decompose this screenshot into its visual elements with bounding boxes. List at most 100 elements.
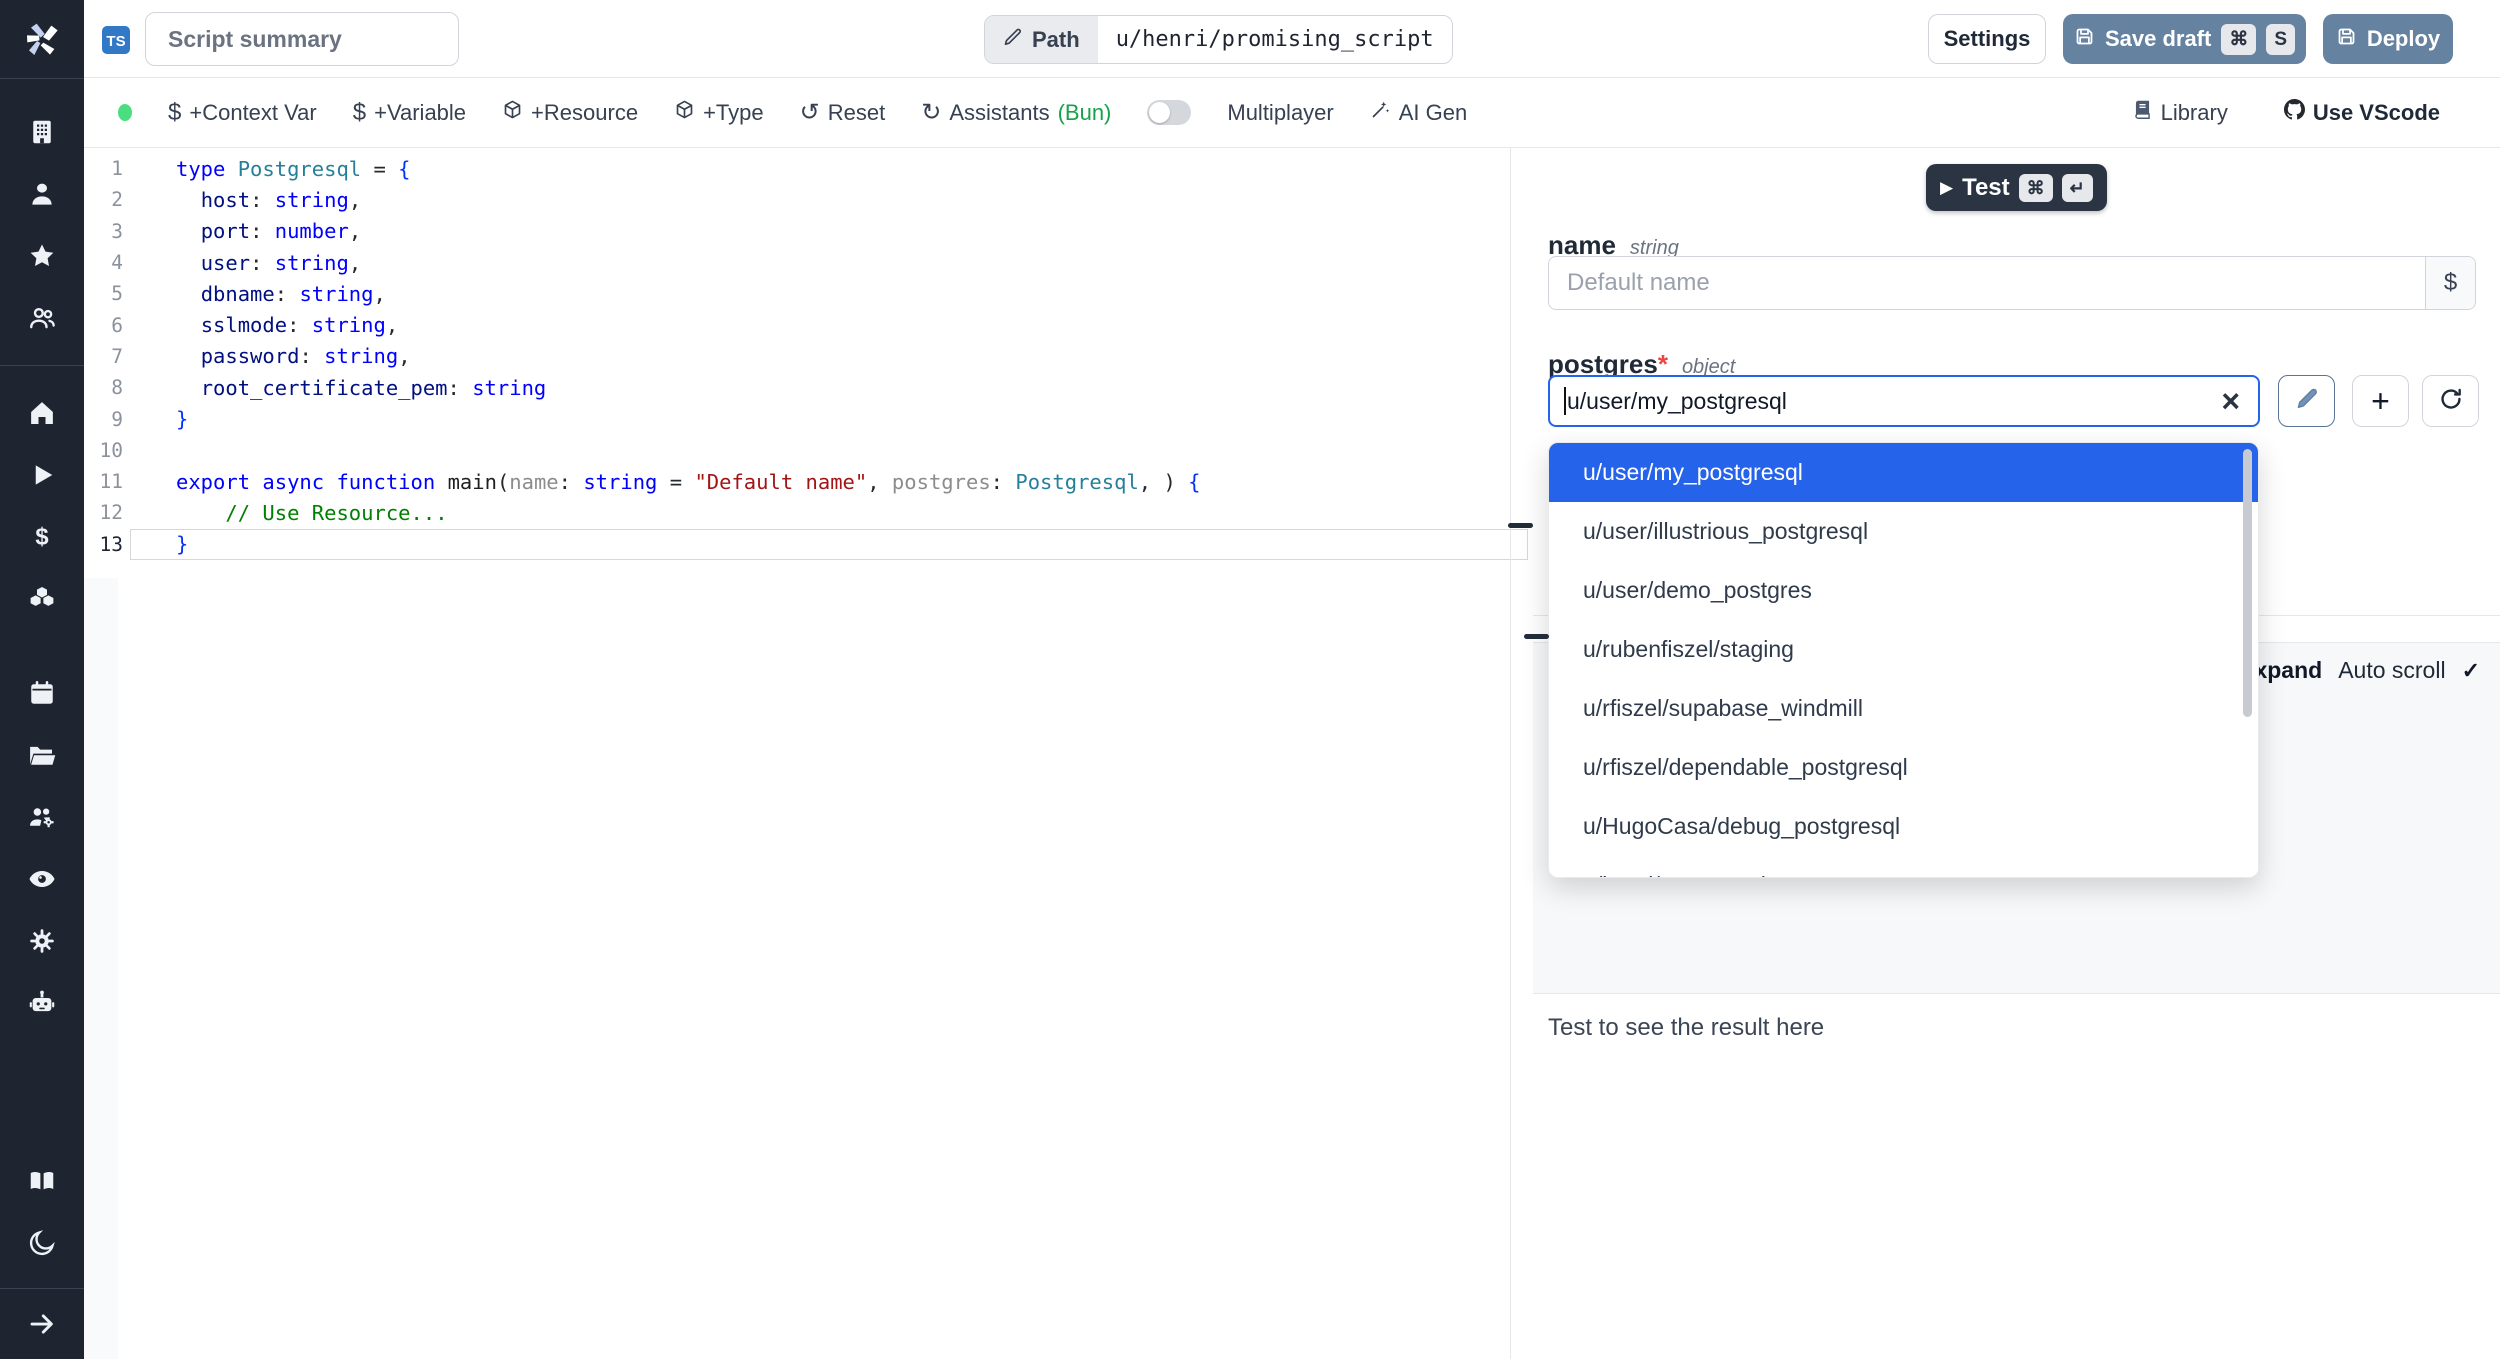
save-icon [2074,26,2095,53]
add-type-button[interactable]: +Type [674,99,764,126]
logs-header: Expand Auto scroll ✓ [2239,657,2480,684]
dropdown-option[interactable]: u/user/demo_postgres [1549,561,2258,620]
dropdown-option[interactable]: u/rfiszel/supabase_windmill [1549,679,2258,738]
add-resource-button[interactable]: +Resource [502,99,638,126]
refresh-resources-button[interactable] [2422,375,2479,427]
topbar: TS Script summary Path u/henri/promising… [84,0,2500,78]
status-dot [118,104,132,121]
dropdown-option[interactable]: u/rfiszel/dependable_postgresql [1549,738,2258,797]
script-summary-input[interactable]: Script summary [145,12,459,66]
sidebar: $ [0,0,84,1359]
enter-kbd: ↵ [2062,174,2093,202]
runs-play-icon[interactable] [0,444,84,506]
assistants-button[interactable]: ↻ Assistants (Bun) [921,100,1111,126]
add-resource-button[interactable]: + [2352,375,2409,427]
edit-resource-button[interactable] [2278,375,2335,427]
dark-mode-moon-icon[interactable] [0,1212,84,1274]
dropdown-option[interactable]: u/user/illustrious_postgresql [1549,502,2258,561]
language-badge: (Bun) [1058,100,1112,126]
workers-robot-icon[interactable] [0,972,84,1034]
code-line[interactable]: 6 sslmode: string, [84,309,1510,340]
text-caret [1564,387,1566,415]
line-number: 2 [84,188,123,211]
reset-button[interactable]: ↺ Reset [800,100,886,126]
folders-icon[interactable] [0,724,84,786]
docs-book-icon[interactable] [0,1150,84,1212]
line-number: 3 [84,220,123,243]
workspace-building-icon[interactable] [0,101,84,163]
dropdown-option[interactable]: u/HugoCasa/debug_postgresql [1549,797,2258,856]
schedules-calendar-icon[interactable] [0,662,84,724]
vertical-splitter-handle[interactable] [1508,523,1533,528]
clear-icon[interactable]: × [2221,385,2258,417]
code-line[interactable]: 3 port: number, [84,216,1510,247]
line-number: 4 [84,251,123,274]
test-button[interactable]: ▶ Test ⌘ ↵ [1926,164,2107,211]
insert-variable-button[interactable]: $ [2425,257,2475,309]
typescript-badge: TS [102,26,130,54]
book-icon [2132,99,2153,126]
add-context-var-button[interactable]: $ +Context Var [168,100,317,126]
rotate-cw-icon [2438,386,2464,417]
dropdown-option[interactable]: u/rubenfiszel/staging [1549,620,2258,679]
deploy-label: Deploy [2367,26,2440,52]
audit-eye-icon[interactable] [0,848,84,910]
variables-dollar-icon[interactable]: $ [0,506,84,568]
autoscroll-toggle[interactable]: Auto scroll [2338,657,2445,684]
dropdown-option[interactable]: u/user/my_postgresql [1549,443,2258,502]
expand-sidebar-arrow-icon[interactable] [0,1289,84,1359]
editor-toolbar: $ +Context Var $ +Variable +Resource +Ty… [84,78,2500,148]
name-input[interactable]: Default name $ [1548,256,2476,310]
dropdown-scrollbar[interactable] [2243,449,2252,717]
path-label-segment: Path [985,16,1098,63]
refresh-icon: ↻ [921,101,941,125]
cmd-kbd: ⌘ [2221,24,2256,55]
code-line[interactable]: 5 dbname: string, [84,278,1510,309]
code-line[interactable]: 11export async function main(name: strin… [84,466,1510,497]
dropdown-option[interactable]: u/henri/postgresql [1549,856,2258,878]
postgres-resource-input[interactable]: u/user/my_postgresql × [1548,375,2260,427]
code-line[interactable]: 12 // Use Resource... [84,497,1510,528]
code-line[interactable]: 1type Postgresql = { [84,153,1510,184]
package-icon [502,99,523,126]
favorites-star-icon[interactable] [0,225,84,287]
settings-gear-icon[interactable] [0,910,84,972]
add-variable-button[interactable]: $ +Variable [353,100,466,126]
code-line[interactable]: 4 user: string, [84,247,1510,278]
code-line[interactable]: 10 [84,435,1510,466]
cmd-kbd: ⌘ [2019,174,2053,202]
line-number: 5 [84,282,123,305]
ai-gen-button[interactable]: AI Gen [1370,99,1467,126]
line-number: 8 [84,376,123,399]
use-vscode-button[interactable]: Use VScode [2284,99,2440,126]
code-line[interactable]: 2 host: string, [84,184,1510,215]
horizontal-splitter-handle[interactable] [1524,634,1549,639]
multiplayer-toggle[interactable] [1147,100,1191,125]
groups-icon[interactable] [0,786,84,848]
code-line[interactable]: 9} [84,403,1510,434]
pencil-icon [1003,27,1023,53]
windmill-logo[interactable] [14,12,70,68]
library-button[interactable]: Library [2132,99,2228,126]
home-icon[interactable] [0,382,84,444]
path-pill[interactable]: Path u/henri/promising_script [984,15,1453,64]
editor-gutter [84,578,118,1359]
resources-boxes-icon[interactable] [0,568,84,630]
dollar-icon: $ [168,101,181,125]
save-draft-button[interactable]: Save draft ⌘ S [2063,14,2306,64]
line-number: 6 [84,314,123,337]
settings-button[interactable]: Settings [1928,14,2046,64]
sidebar-divider [0,78,84,79]
github-icon [2284,99,2305,126]
code-line[interactable]: 7 password: string, [84,341,1510,372]
svg-text:$: $ [35,524,48,551]
result-panel: Test to see the result here [1533,993,2500,1359]
path-value: u/henri/promising_script [1098,16,1452,63]
code-editor[interactable]: 1type Postgresql = {2 host: string,3 por… [84,148,1533,1359]
editor-panel-divider [1510,148,1511,1359]
members-icon[interactable] [0,287,84,349]
code-line[interactable]: 8 root_certificate_pem: string [84,372,1510,403]
user-icon[interactable] [0,163,84,225]
deploy-button[interactable]: Deploy [2323,14,2453,64]
code-line[interactable]: 13} [84,529,1510,560]
